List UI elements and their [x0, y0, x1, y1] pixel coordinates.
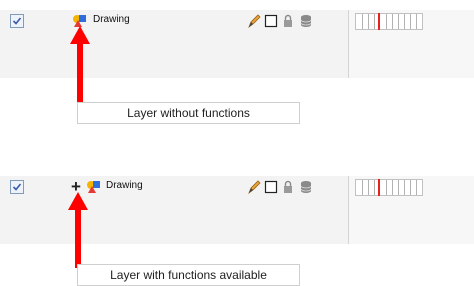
layer-tools	[244, 13, 320, 29]
layer-row-body	[0, 32, 348, 78]
layer-name: Drawing	[93, 14, 130, 25]
playhead-marker[interactable]	[378, 13, 380, 30]
layer-tools	[244, 179, 320, 195]
outline-square-icon[interactable]	[264, 13, 278, 29]
database-stack-icon[interactable]	[300, 13, 312, 29]
layer-row[interactable]: + Drawing	[0, 176, 348, 199]
callout-layer-without-functions: Layer without functions	[77, 102, 300, 124]
outline-square-icon[interactable]	[264, 179, 278, 195]
checkmark-icon	[12, 183, 22, 191]
lock-icon[interactable]	[282, 13, 294, 29]
layer-name: Drawing	[106, 180, 143, 191]
timeline-area[interactable]	[349, 10, 474, 78]
playhead-marker[interactable]	[378, 179, 380, 196]
layer-visibility-checkbox[interactable]	[10, 180, 24, 194]
frame-cells[interactable]	[355, 179, 423, 196]
lock-icon[interactable]	[282, 179, 294, 195]
layer-visibility-checkbox[interactable]	[10, 14, 24, 28]
frame-cells[interactable]	[355, 13, 423, 30]
red-arrow-icon	[68, 192, 88, 268]
red-arrow-icon	[70, 26, 90, 102]
callout-layer-with-functions: Layer with functions available	[77, 264, 300, 286]
timeline-area[interactable]	[349, 176, 474, 244]
layer-row-body	[0, 198, 348, 244]
pencil-icon[interactable]	[247, 13, 261, 29]
layer-row[interactable]: Drawing	[0, 10, 348, 33]
checkmark-icon	[12, 17, 22, 25]
database-stack-icon[interactable]	[300, 179, 312, 195]
pencil-icon[interactable]	[247, 179, 261, 195]
